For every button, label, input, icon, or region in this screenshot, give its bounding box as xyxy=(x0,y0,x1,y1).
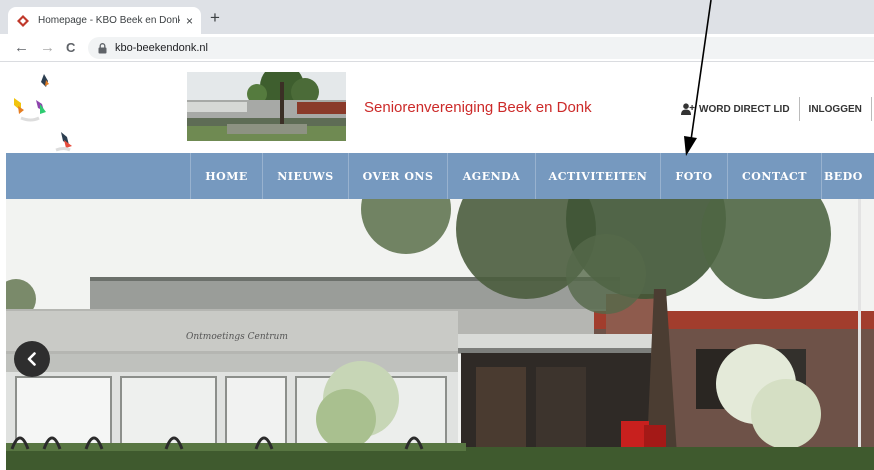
screenshot-frame: Homepage - KBO Beek en Donk × + ← → C kb… xyxy=(0,0,874,470)
hero-building-photo: Ontmoetings Centrum xyxy=(6,199,874,470)
logo-birds-icon[interactable] xyxy=(6,70,86,152)
nav-item-nieuws[interactable]: NIEUWS xyxy=(262,153,348,199)
tab-title: Homepage - KBO Beek en Donk xyxy=(38,15,180,26)
reload-button[interactable]: C xyxy=(66,40,75,55)
nav-item-contact[interactable]: CONTACT xyxy=(727,153,821,199)
nav-item-home[interactable]: HOME xyxy=(190,153,262,199)
nav-item-bedo-label: BEDO xyxy=(824,169,863,183)
forward-button[interactable]: → xyxy=(40,39,55,56)
building-sign: Ontmoetings Centrum xyxy=(186,332,288,342)
nav-item-agenda[interactable]: AGENDA xyxy=(447,153,535,199)
url-text: kbo-beekendonk.nl xyxy=(115,42,208,54)
header-account-links: WORD DIRECT LID INLOGGEN xyxy=(672,96,872,122)
login-link[interactable]: INLOGGEN xyxy=(800,96,871,122)
nav-item-activiteiten[interactable]: ACTIVITEITEN xyxy=(535,153,660,199)
header-building-photo xyxy=(187,72,346,141)
browser-tab[interactable]: Homepage - KBO Beek en Donk × xyxy=(8,7,201,34)
tab-close-icon[interactable]: × xyxy=(186,14,193,28)
nav-item-over-ons[interactable]: OVER ONS xyxy=(348,153,447,199)
nav-item-foto[interactable]: FOTO xyxy=(660,153,727,199)
browser-toolbar: ← → C kbo-beekendonk.nl xyxy=(0,34,874,62)
hero-slider: Ontmoetings Centrum xyxy=(6,199,874,470)
slider-prev-button[interactable] xyxy=(14,341,50,377)
lock-icon xyxy=(98,42,107,53)
tab-strip: Homepage - KBO Beek en Donk × + xyxy=(0,0,874,34)
nav-item-bedo[interactable]: BEDO xyxy=(821,153,874,199)
join-link-label: WORD DIRECT LID xyxy=(699,103,790,115)
site-title[interactable]: Seniorenvereniging Beek en Donk xyxy=(364,99,592,116)
new-tab-button[interactable]: + xyxy=(210,8,220,28)
main-nav: HOME NIEUWS OVER ONS AGENDA ACTIVITEITEN… xyxy=(6,153,874,199)
address-bar[interactable]: kbo-beekendonk.nl xyxy=(88,37,874,59)
join-link[interactable]: WORD DIRECT LID xyxy=(672,96,799,122)
chevron-left-icon xyxy=(27,352,36,366)
kbo-favicon-icon xyxy=(17,14,29,27)
site-header: Seniorenvereniging Beek en Donk WORD DIR… xyxy=(0,62,874,153)
user-plus-icon xyxy=(681,103,695,115)
header-divider xyxy=(870,97,872,121)
back-button[interactable]: ← xyxy=(14,39,29,56)
